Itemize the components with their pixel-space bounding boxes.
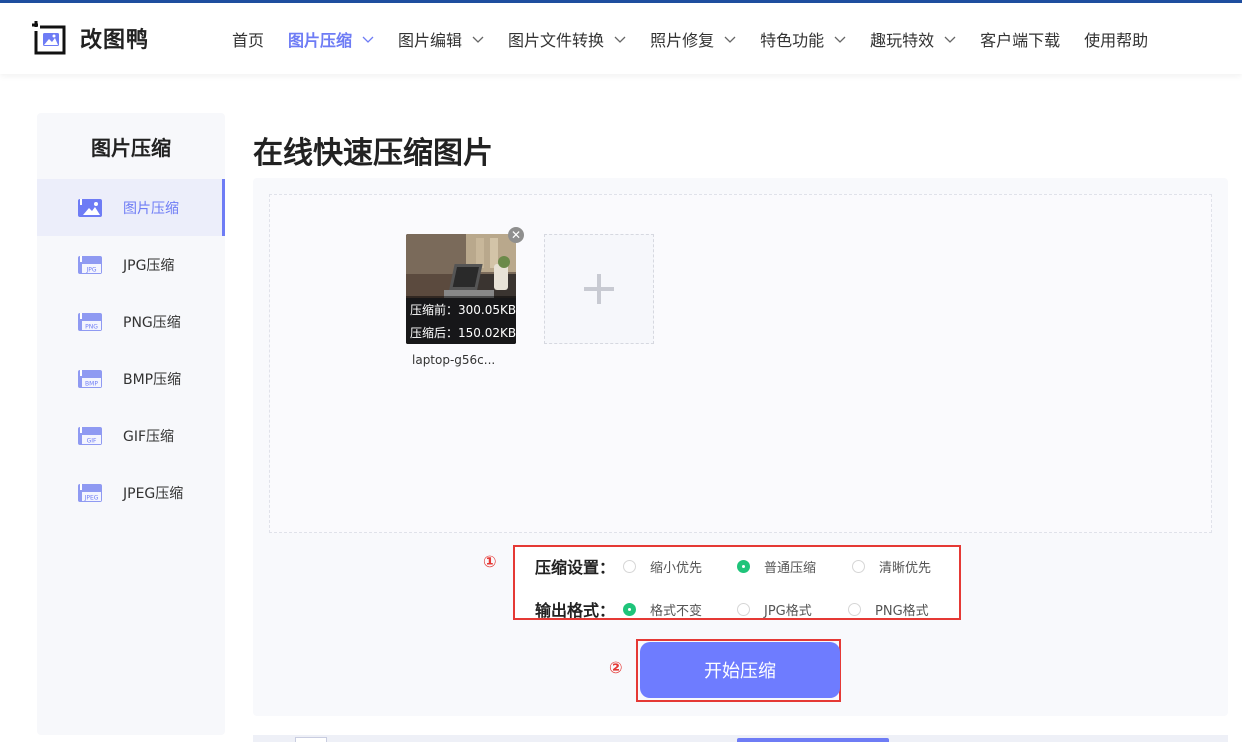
nav-item-7[interactable]: 客户端下载 — [980, 27, 1060, 51]
svg-text:JPEG: JPEG — [84, 494, 99, 501]
chevron-down-icon — [724, 36, 736, 43]
nav-item-4[interactable]: 照片修复 — [650, 27, 736, 51]
chevron-down-icon — [614, 36, 626, 43]
radio-option[interactable]: JPG格式 — [737, 600, 848, 619]
size-after: 压缩后：150.02KB — [410, 326, 517, 340]
radio-label: 清晰优先 — [879, 560, 932, 576]
sidebar-item-3[interactable]: BMP BMP压缩 — [37, 350, 225, 407]
radio-option[interactable]: 缩小优先 — [623, 557, 737, 576]
sidebar-item-4[interactable]: GIF GIF压缩 — [37, 407, 225, 464]
radio-button[interactable] — [623, 602, 636, 616]
nav-item-8[interactable]: 使用帮助 — [1084, 27, 1148, 51]
nav-item-label: 特色功能 — [760, 30, 825, 50]
plus-icon — [584, 274, 614, 304]
radio-button[interactable] — [852, 559, 865, 573]
radio-button[interactable] — [737, 602, 750, 616]
jpg-file-icon: JPG — [78, 255, 102, 274]
add-file-button[interactable] — [544, 234, 654, 344]
radio-option[interactable]: 清晰优先 — [852, 557, 942, 576]
radio-label: 缩小优先 — [650, 560, 703, 576]
png-file-icon: PNG — [78, 312, 102, 331]
compress-panel: 压缩前：300.05KB 压缩后：150.02KB ✕ laptop-g56c.… — [253, 178, 1228, 716]
nav-item-label: 图片文件转换 — [508, 30, 605, 50]
brand-name: 改图鸭 — [80, 28, 150, 53]
radio-label: PNG格式 — [875, 603, 929, 619]
radio-button[interactable] — [623, 559, 636, 573]
radio-label: JPG格式 — [764, 603, 812, 619]
chevron-down-icon — [362, 36, 374, 43]
close-icon[interactable]: ✕ — [508, 227, 524, 243]
nav-item-0[interactable]: 首页 — [232, 27, 264, 51]
sidebar-item-label: JPEG压缩 — [123, 485, 184, 502]
output-format-row: 输出格式： 格式不变 JPG格式 PNG格式 — [535, 597, 938, 621]
logo[interactable]: 改图鸭 — [30, 19, 149, 57]
nav-item-label: 客户端下载 — [980, 30, 1061, 50]
chevron-down-icon — [472, 36, 484, 43]
nav-item-label: 照片修复 — [650, 30, 715, 50]
nav-item-label: 趣玩特效 — [870, 30, 935, 50]
bmp-file-icon: BMP — [78, 369, 102, 388]
nav-item-1[interactable]: 图片压缩 — [288, 27, 374, 51]
radio-option[interactable]: 格式不变 — [623, 600, 737, 619]
sidebar-item-label: JPG压缩 — [123, 257, 175, 274]
file-name: laptop-g56c... — [412, 353, 496, 367]
nav-item-3[interactable]: 图片文件转换 — [508, 27, 626, 51]
jpeg-file-icon: JPEG — [78, 483, 102, 502]
sidebar-item-5[interactable]: JPEG JPEG压缩 — [37, 464, 225, 521]
radio-option[interactable]: PNG格式 — [848, 600, 938, 619]
sidebar-list: 图片压缩 JPG JPG压缩 PNG PNG压缩 BMP BMP压缩 GIF GIF压缩 JPEG… — [37, 179, 225, 521]
sidebar-item-label: BMP压缩 — [123, 371, 182, 388]
sidebar-item-label: GIF压缩 — [123, 428, 175, 445]
main-nav: 首页 图片压缩 图片编辑 图片文件转换 照片修复 特色功能 趣玩特效 客户端下载 使用帮助 — [232, 3, 1148, 74]
size-before: 压缩前：300.05KB — [410, 303, 517, 317]
settings-box: 压缩设置： 缩小优先 普通压缩 清晰优先 输出格式： 格式不变 JPG格式 PNG格式 — [513, 545, 961, 620]
sidebar-item-label: 图片压缩 — [123, 200, 179, 217]
svg-text:JPG: JPG — [85, 266, 96, 273]
radio-label: 普通压缩 — [764, 560, 817, 576]
chevron-down-icon — [834, 36, 846, 43]
upload-dropzone[interactable]: 压缩前：300.05KB 压缩后：150.02KB ✕ laptop-g56c.… — [269, 194, 1212, 533]
sidebar: 图片压缩 图片压缩 JPG JPG压缩 PNG PNG压缩 BMP BMP压缩 GIF GIF压… — [37, 113, 225, 735]
nav-item-2[interactable]: 图片编辑 — [398, 27, 484, 51]
image-icon — [78, 198, 102, 217]
page-title: 在线快速压缩图片 — [253, 136, 493, 171]
svg-text:PNG: PNG — [85, 323, 98, 330]
nav-item-label: 使用帮助 — [1084, 30, 1149, 50]
gif-file-icon: GIF — [78, 426, 102, 445]
header: 改图鸭 首页 图片压缩 图片编辑 图片文件转换 照片修复 特色功能 趣玩特效 客户端下载 使用帮… — [0, 3, 1242, 74]
step-two-badge: ② — [609, 658, 623, 677]
nav-item-label: 图片压缩 — [288, 30, 353, 50]
step-one-badge: ① — [483, 552, 497, 571]
radio-button[interactable] — [848, 602, 861, 616]
nav-item-5[interactable]: 特色功能 — [760, 27, 846, 51]
start-compress-button[interactable]: 开始压缩 — [640, 642, 840, 698]
compression-setting-row: 压缩设置： 缩小优先 普通压缩 清晰优先 — [535, 554, 942, 578]
output-format-label: 输出格式： — [535, 601, 616, 620]
chevron-down-icon — [944, 36, 956, 43]
nav-item-label: 首页 — [232, 30, 265, 50]
svg-text:GIF: GIF — [87, 437, 97, 444]
sidebar-item-label: PNG压缩 — [123, 314, 181, 331]
radio-button[interactable] — [737, 559, 750, 573]
nav-item-label: 图片编辑 — [398, 30, 463, 50]
radio-label: 格式不变 — [650, 603, 703, 619]
logo-icon — [32, 21, 66, 55]
sidebar-item-1[interactable]: JPG JPG压缩 — [37, 236, 225, 293]
sidebar-item-0[interactable]: 图片压缩 — [37, 179, 225, 236]
bottom-panel-tab — [737, 738, 889, 742]
svg-text:BMP: BMP — [85, 380, 98, 387]
nav-item-6[interactable]: 趣玩特效 — [870, 27, 956, 51]
compression-setting-label: 压缩设置： — [535, 558, 616, 577]
radio-option[interactable]: 普通压缩 — [737, 557, 852, 576]
sidebar-title: 图片压缩 — [91, 135, 171, 160]
bottom-panel-icon — [295, 737, 327, 742]
sidebar-item-2[interactable]: PNG PNG压缩 — [37, 293, 225, 350]
